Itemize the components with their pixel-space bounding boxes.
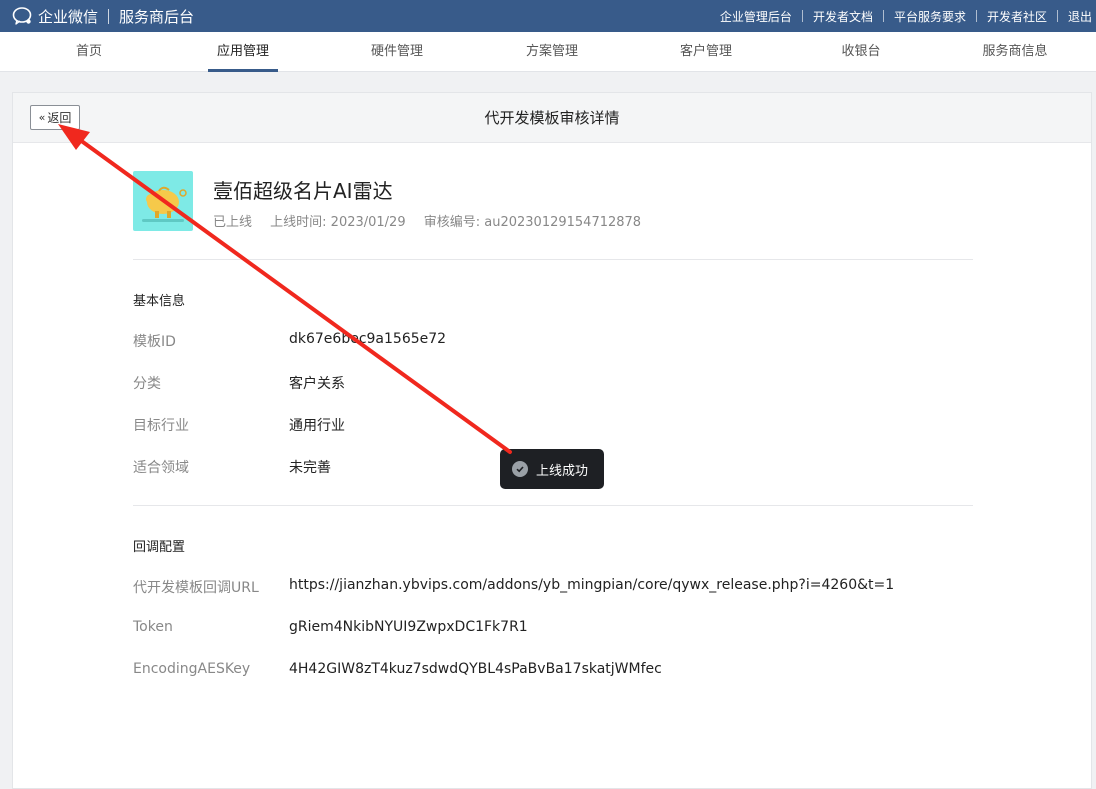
brand-separator: [108, 8, 110, 24]
link-enterprise-admin[interactable]: 企业管理后台: [720, 8, 792, 25]
online-time: 上线时间: 2023/01/29: [270, 215, 406, 230]
panel-header: « 返回 代开发模板审核详情: [13, 93, 1091, 143]
suitable-field-value: 未完善: [289, 460, 331, 476]
suitable-field-label: 适合领域: [133, 460, 189, 476]
status-badge: 已上线: [213, 215, 253, 230]
template-id-value: dk67e6bec9a1565e72: [289, 331, 447, 347]
token-value: gRiem4NkibNYUI9ZwpxDC1Fk7R1: [289, 619, 528, 635]
callback-config-title: 回调配置: [133, 540, 186, 555]
app-name: 壹佰超级名片AI雷达: [213, 179, 393, 203]
top-links: 企业管理后台 开发者文档 平台服务要求 开发者社区 退出: [720, 0, 1092, 32]
toast-text: 上线成功: [536, 463, 589, 479]
aes-key-value: 4H42GIW8zT4kuz7sdwdQYBL4sPaBvBa17skatjWM…: [289, 661, 662, 677]
app-meta: 已上线 上线时间: 2023/01/29 审核编号: au20230129154…: [213, 211, 655, 230]
link-logout[interactable]: 退出: [1068, 8, 1092, 25]
divider: [133, 259, 973, 260]
category-label: 分类: [133, 376, 161, 392]
brand-subtitle: 服务商后台: [119, 7, 195, 26]
main-nav: 首页 应用管理 硬件管理 方案管理 客户管理 收银台 服务商信息: [0, 32, 1096, 72]
link-developer-community[interactable]: 开发者社区: [987, 8, 1047, 25]
link-separator: [882, 10, 884, 22]
target-industry-value: 通用行业: [289, 418, 345, 434]
brand-name: 企业微信: [38, 7, 99, 26]
detail-panel: « 返回 代开发模板审核详情 壹佰超级名片AI雷达 已上线 上线时间: 2023…: [12, 92, 1092, 789]
link-separator: [975, 10, 977, 22]
category-value: 客户关系: [289, 376, 345, 392]
link-separator: [1056, 10, 1058, 22]
nav-app-management[interactable]: 应用管理: [178, 32, 308, 72]
aes-key-label: EncodingAESKey: [133, 661, 251, 677]
check-circle-icon: [512, 461, 528, 477]
brand[interactable]: 企业微信 服务商后台: [12, 0, 194, 32]
template-id-label: 模板ID: [133, 334, 176, 350]
nav-solution-management[interactable]: 方案管理: [487, 32, 617, 72]
link-developer-docs[interactable]: 开发者文档: [813, 8, 873, 25]
page-title: 代开发模板审核详情: [484, 109, 620, 127]
nav-provider-info[interactable]: 服务商信息: [950, 32, 1080, 72]
nav-cashier[interactable]: 收银台: [796, 32, 926, 72]
success-toast: 上线成功: [500, 449, 604, 489]
top-bar: 企业微信 服务商后台 企业管理后台 开发者文档 平台服务要求 开发者社区 退出: [0, 0, 1096, 32]
callback-url-value: https://jianzhan.ybvips.com/addons/yb_mi…: [289, 577, 895, 593]
piggy-bank-icon: [142, 186, 187, 222]
token-label: Token: [133, 619, 173, 635]
audit-number: 审核编号: au20230129154712878: [423, 215, 642, 230]
divider: [133, 505, 973, 506]
link-platform-requirements[interactable]: 平台服务要求: [894, 8, 966, 25]
callback-url-label: 代开发模板回调URL: [133, 580, 259, 596]
nav-home[interactable]: 首页: [24, 32, 154, 72]
wecom-logo-icon: [12, 7, 32, 25]
link-separator: [801, 10, 803, 22]
basic-info-title: 基本信息: [133, 294, 186, 309]
nav-customer-management[interactable]: 客户管理: [641, 32, 771, 72]
nav-hardware-management[interactable]: 硬件管理: [332, 32, 462, 72]
app-icon: [133, 171, 193, 231]
target-industry-label: 目标行业: [133, 418, 189, 434]
